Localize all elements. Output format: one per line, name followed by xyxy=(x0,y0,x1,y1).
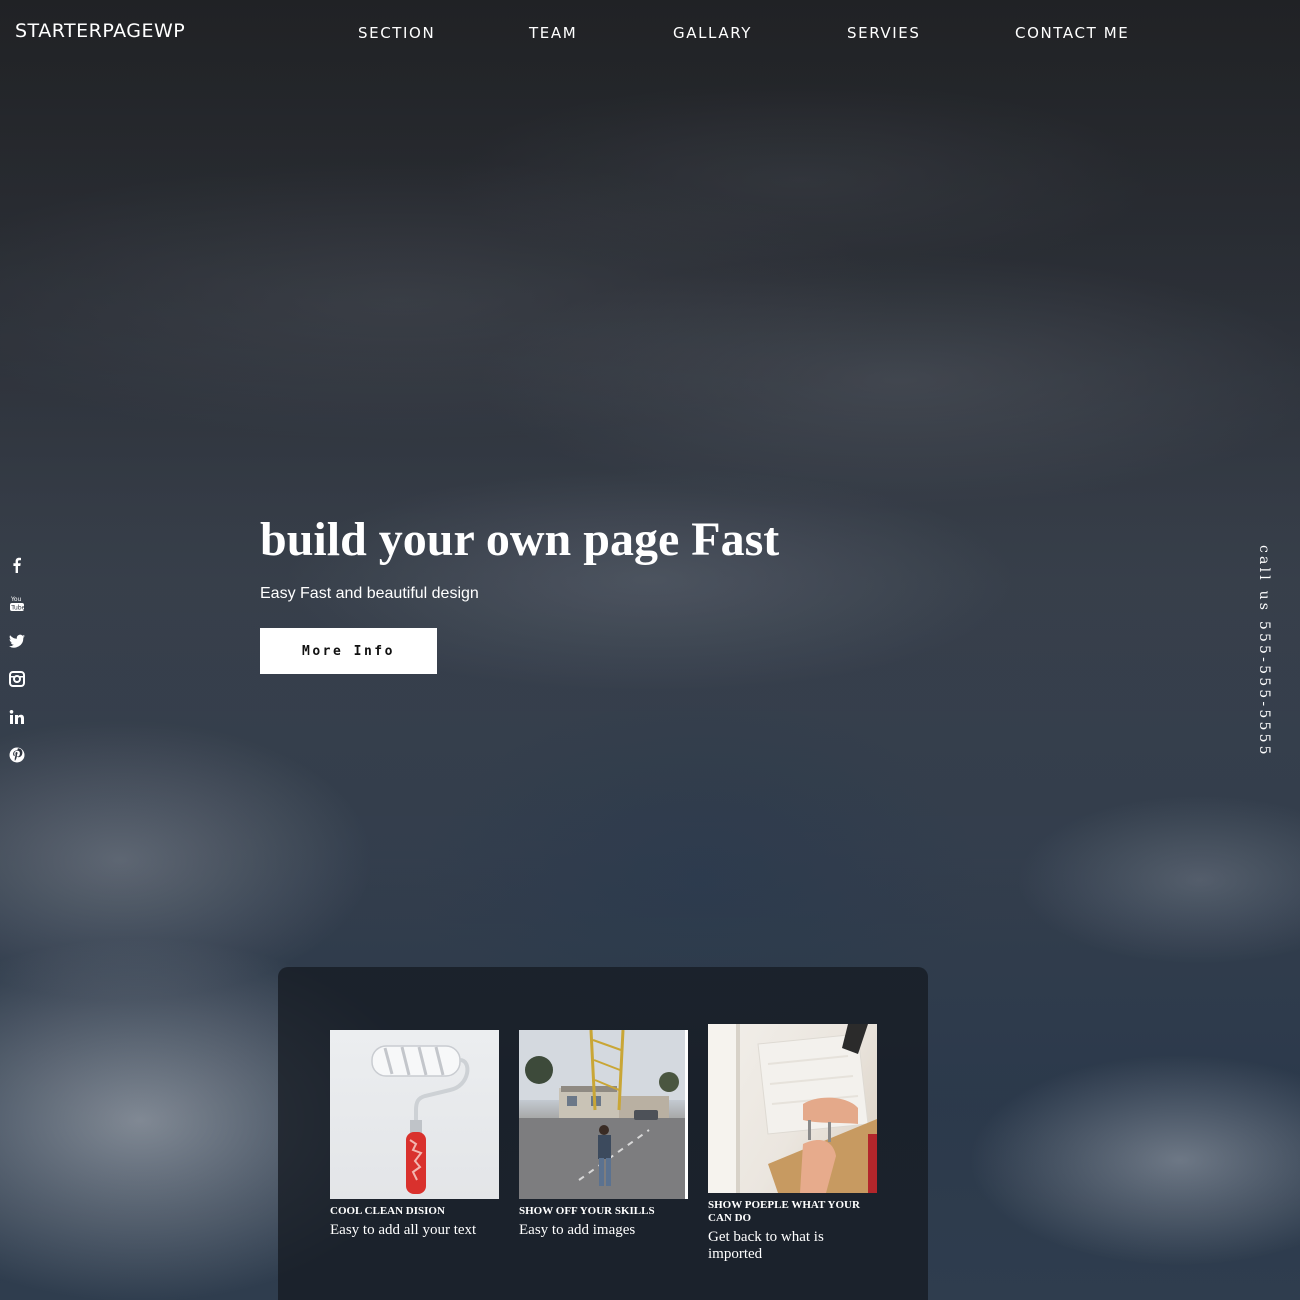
street-scene-image xyxy=(519,1030,688,1199)
youtube-icon[interactable]: You Tube xyxy=(8,594,26,612)
hero-title: build your own page Fast xyxy=(260,513,780,566)
feature-card: COOL CLEAN DISION Easy to add all your t… xyxy=(330,1030,500,1239)
nav-item-gallary[interactable]: GALLARY xyxy=(673,24,752,42)
tiling-hands-image xyxy=(708,1024,877,1193)
linkedin-icon[interactable] xyxy=(8,708,26,726)
social-sidebar: You Tube xyxy=(8,556,28,784)
nav-item-team[interactable]: TEAM xyxy=(529,24,577,42)
feature-card: SHOW OFF YOUR SKILLS Easy to add images xyxy=(519,1030,689,1239)
feature-card: SHOW POEPLE WHAT YOUR CAN DO Get back to… xyxy=(708,1024,878,1263)
nav-item-servies[interactable]: SERVIES xyxy=(847,24,921,42)
instagram-icon[interactable] xyxy=(8,670,26,688)
feature-description: Easy to add images xyxy=(519,1222,636,1238)
youtube-icon-label: You xyxy=(10,596,22,603)
nav-item-section[interactable]: SECTION xyxy=(358,24,435,42)
hero-subtitle: Easy Fast and beautiful design xyxy=(260,585,479,602)
more-info-button[interactable]: More Info xyxy=(260,628,437,674)
call-us-phone[interactable]: call us 555-555-5555 xyxy=(1256,545,1272,758)
feature-description: Easy to add all your text xyxy=(330,1222,477,1238)
twitter-icon[interactable] xyxy=(8,632,26,650)
nav-item-contact-me[interactable]: CONTACT ME xyxy=(1015,24,1129,42)
svg-text:Tube: Tube xyxy=(10,604,25,611)
feature-title: SHOW POEPLE WHAT YOUR CAN DO xyxy=(708,1199,860,1224)
paint-roller-image xyxy=(330,1030,499,1199)
pinterest-icon[interactable] xyxy=(8,746,26,764)
feature-title: COOL CLEAN DISION xyxy=(330,1205,445,1217)
facebook-icon[interactable] xyxy=(8,556,26,574)
feature-title: SHOW OFF YOUR SKILLS xyxy=(519,1205,655,1217)
main-nav: SECTION TEAM GALLARY SERVIES CONTACT ME xyxy=(0,24,1300,44)
feature-description: Get back to what is imported xyxy=(708,1229,824,1262)
